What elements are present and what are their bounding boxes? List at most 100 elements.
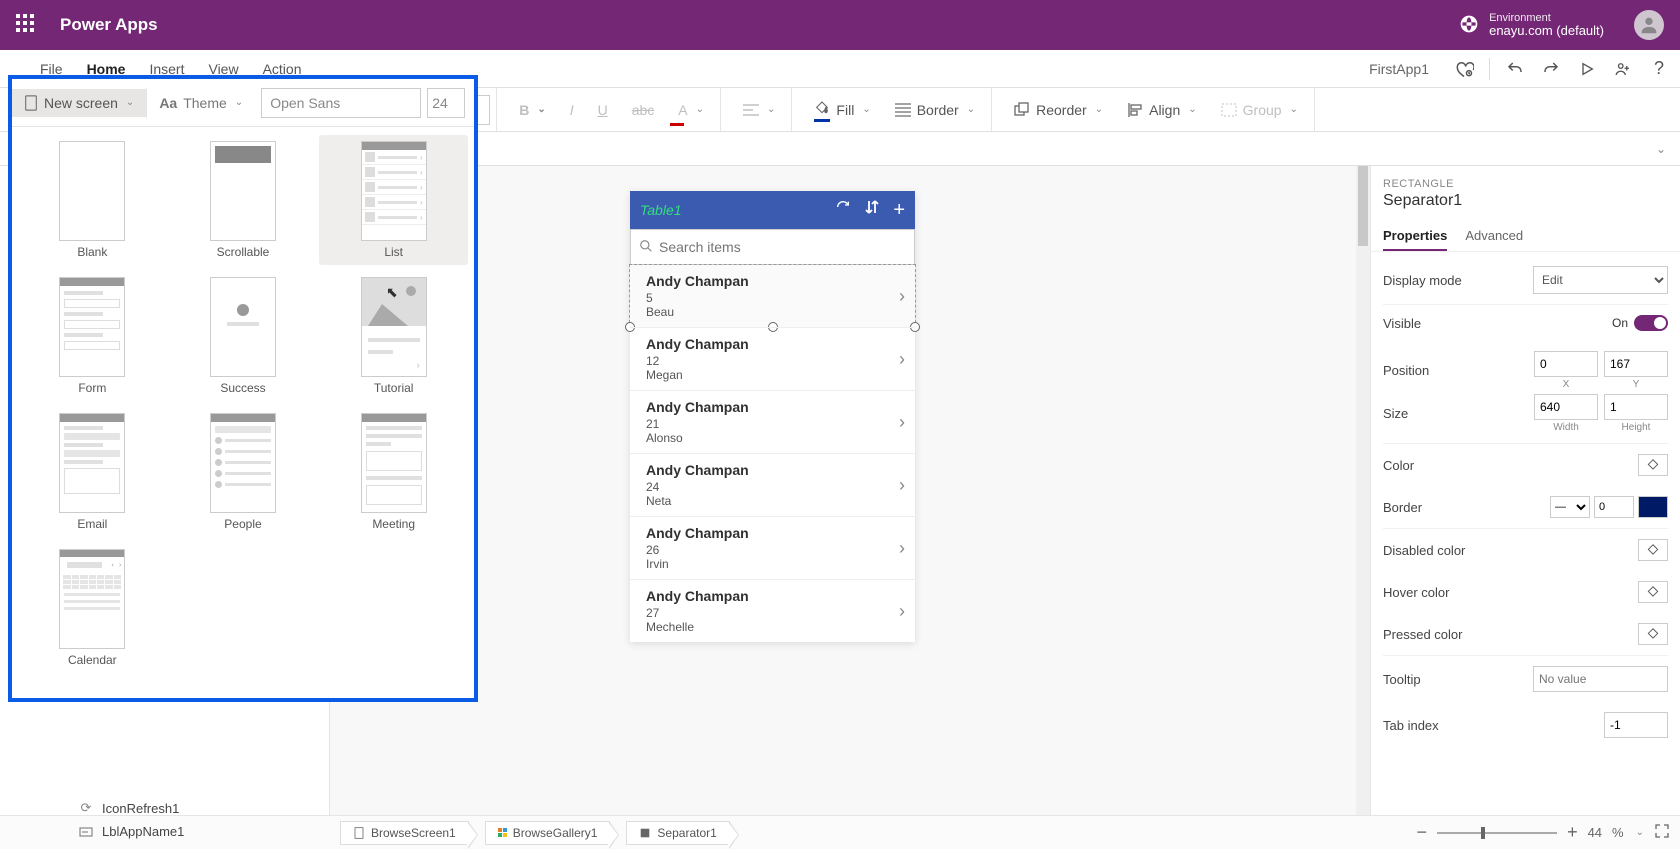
chevron-down-icon[interactable]: ⌄ (1636, 827, 1644, 838)
chevron-down-icon[interactable]: ⌄ (1656, 142, 1666, 156)
border-color-swatch[interactable] (1638, 496, 1668, 518)
sort-icon[interactable] (865, 199, 879, 222)
ov-theme[interactable]: Aa Theme⌄ (147, 89, 255, 117)
health-icon[interactable] (1453, 58, 1475, 80)
tree-item-iconrefresh[interactable]: ⟳ IconRefresh1 (78, 796, 184, 820)
template-blank[interactable]: Blank (18, 135, 167, 265)
environment-value: enayu.com (default) (1489, 24, 1604, 38)
font-color-button[interactable]: A⌄ (668, 96, 714, 124)
align-label: Align (1149, 102, 1180, 118)
gallery-item[interactable]: Andy Champan12Megan › (630, 327, 915, 390)
gallery-item[interactable]: Andy Champan26Irvin › (630, 516, 915, 579)
breadcrumb-gallery[interactable]: BrowseGallery1 (485, 821, 611, 845)
ov-font-select[interactable] (261, 88, 421, 118)
prop-hover-color: Hover color (1383, 585, 1449, 600)
environment-icon (1459, 14, 1479, 37)
strikethrough-button[interactable]: abc (622, 96, 665, 124)
prop-visible: Visible (1383, 316, 1421, 331)
chevron-right-icon[interactable]: › (899, 601, 905, 622)
prop-color: Color (1383, 458, 1414, 473)
h-align-button[interactable]: ⌄ (733, 97, 785, 123)
ov-new-screen[interactable]: New screen⌄ (12, 89, 146, 117)
fit-icon[interactable] (1654, 823, 1670, 842)
visible-toggle[interactable]: On (1612, 315, 1668, 331)
template-tutorial[interactable]: › Tutorial (319, 271, 468, 401)
gallery-item[interactable]: Andy Champan27Mechelle › (630, 579, 915, 642)
chevron-right-icon[interactable]: › (899, 538, 905, 559)
chevron-right-icon[interactable]: › (899, 412, 905, 433)
selected-type: RECTANGLE (1383, 178, 1668, 190)
template-people[interactable]: People (169, 407, 318, 537)
chevron-right-icon[interactable]: › (899, 349, 905, 370)
property-panel: RECTANGLE Separator1 Properties Advanced… (1370, 166, 1680, 815)
zoom-slider[interactable] (1437, 832, 1557, 834)
disabled-color-picker[interactable] (1638, 539, 1668, 561)
zoom-pct: % (1612, 825, 1624, 840)
add-icon[interactable]: + (893, 199, 905, 222)
gallery-icon (498, 828, 507, 837)
avatar[interactable] (1634, 10, 1664, 40)
gallery-item[interactable]: Andy Champan 5 Beau › (630, 265, 915, 327)
chevron-right-icon[interactable]: › (899, 475, 905, 496)
ov-size-input[interactable] (427, 88, 465, 118)
fill-button[interactable]: Fill⌄ (804, 94, 880, 125)
tooltip-input[interactable] (1533, 666, 1668, 692)
undo-icon[interactable] (1504, 58, 1526, 80)
gallery-item[interactable]: Andy Champan24Neta › (630, 453, 915, 516)
underline-button[interactable]: U (588, 96, 618, 124)
zoom-value: 44 (1588, 825, 1602, 840)
pressed-color-picker[interactable] (1638, 623, 1668, 645)
size-h-input[interactable] (1604, 394, 1668, 420)
border-width-input[interactable] (1594, 496, 1634, 518)
waffle-icon[interactable] (16, 14, 38, 36)
search-bar[interactable] (630, 229, 915, 265)
fill-label: Fill (836, 102, 854, 118)
prop-position: Position (1383, 363, 1429, 378)
reorder-button[interactable]: Reorder⌄ (1004, 96, 1113, 124)
search-input[interactable] (659, 239, 906, 255)
border-style-select[interactable]: — (1550, 496, 1590, 518)
display-mode-select[interactable]: Edit (1533, 266, 1668, 294)
tab-advanced[interactable]: Advanced (1465, 222, 1523, 251)
help-icon[interactable]: ? (1648, 58, 1670, 80)
app-title-label: Table1 (640, 202, 682, 218)
refresh-icon[interactable] (835, 199, 851, 222)
scrollbar[interactable] (1356, 166, 1370, 815)
template-calendar[interactable]: ‹› Calendar (18, 543, 167, 673)
chevron-right-icon[interactable]: › (899, 286, 905, 307)
zoom-out-button[interactable]: − (1417, 822, 1428, 843)
environment-block[interactable]: Environment enayu.com (default) (1489, 12, 1604, 38)
size-w-input[interactable] (1534, 394, 1598, 420)
share-icon[interactable] (1612, 58, 1634, 80)
template-success[interactable]: Success (169, 271, 318, 401)
template-scrollable[interactable]: Scrollable (169, 135, 318, 265)
italic-button[interactable]: I (560, 96, 584, 124)
redo-icon[interactable] (1540, 58, 1562, 80)
refresh-icon: ⟳ (78, 800, 94, 816)
position-x-input[interactable] (1534, 351, 1598, 377)
template-meeting[interactable]: Meeting (319, 407, 468, 537)
color-picker-button[interactable] (1638, 454, 1668, 476)
tab-index-input[interactable] (1604, 712, 1668, 738)
breadcrumb-separator[interactable]: Separator1 (626, 821, 729, 845)
position-y-input[interactable] (1604, 351, 1668, 377)
bold-button[interactable]: B⌄ (509, 96, 556, 124)
gallery-item[interactable]: Andy Champan21Alonso › (630, 390, 915, 453)
template-form[interactable]: Form (18, 271, 167, 401)
hover-color-picker[interactable] (1638, 581, 1668, 603)
play-icon[interactable] (1576, 58, 1598, 80)
border-button[interactable]: Border⌄ (885, 96, 985, 124)
canvas[interactable]: Table1 + Andy Champan 5 Beau › (330, 166, 1370, 815)
template-list[interactable]: › › › › › List (319, 135, 468, 265)
align-button[interactable]: Align⌄ (1117, 96, 1207, 124)
tree-view: ⟳ IconRefresh1 LblAppName1 (78, 796, 184, 843)
template-email[interactable]: Email (18, 407, 167, 537)
zoom-in-button[interactable]: + (1567, 822, 1578, 843)
breadcrumb-screen[interactable]: BrowseScreen1 (340, 821, 469, 845)
tree-item-lblappname[interactable]: LblAppName1 (78, 820, 184, 843)
tab-properties[interactable]: Properties (1383, 222, 1447, 251)
group-button[interactable]: Group⌄ (1211, 96, 1308, 124)
app-filename: FirstApp1 (1369, 61, 1429, 77)
reorder-label: Reorder (1036, 102, 1087, 118)
search-icon (639, 239, 653, 256)
